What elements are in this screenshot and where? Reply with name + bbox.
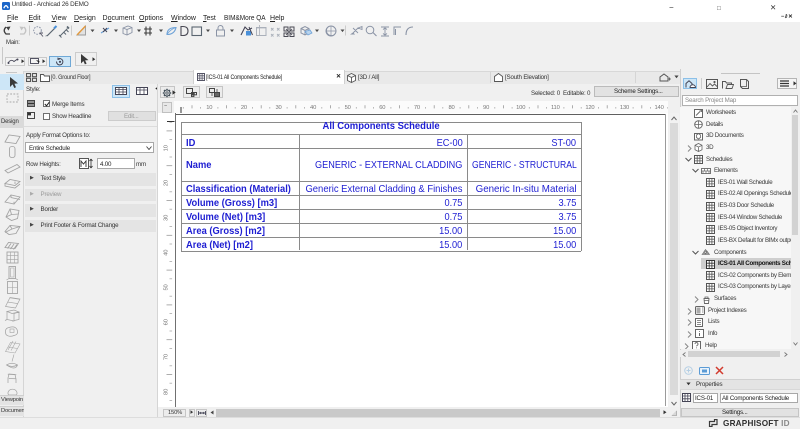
svg-text:60: 60: [379, 105, 385, 111]
svg-text:80: 80: [164, 389, 170, 395]
svg-text:20: 20: [164, 180, 170, 186]
svg-text:30: 30: [164, 215, 170, 221]
svg-text:50: 50: [164, 284, 170, 290]
svg-text:100: 100: [516, 105, 525, 111]
svg-text:80: 80: [448, 105, 454, 111]
svg-text:130: 130: [620, 105, 629, 111]
svg-text:10: 10: [206, 105, 212, 111]
svg-text:90: 90: [483, 105, 489, 111]
svg-text:10: 10: [164, 145, 170, 151]
svg-text:30: 30: [275, 105, 281, 111]
svg-text:60: 60: [164, 319, 170, 325]
svg-text:20: 20: [241, 105, 247, 111]
svg-text:70: 70: [414, 105, 420, 111]
svg-text:120: 120: [585, 105, 594, 111]
svg-text:140: 140: [655, 105, 664, 111]
svg-text:40: 40: [310, 105, 316, 111]
svg-text:50: 50: [345, 105, 351, 111]
svg-text:70: 70: [164, 354, 170, 360]
svg-text:110: 110: [551, 105, 560, 111]
svg-text:40: 40: [164, 250, 170, 256]
